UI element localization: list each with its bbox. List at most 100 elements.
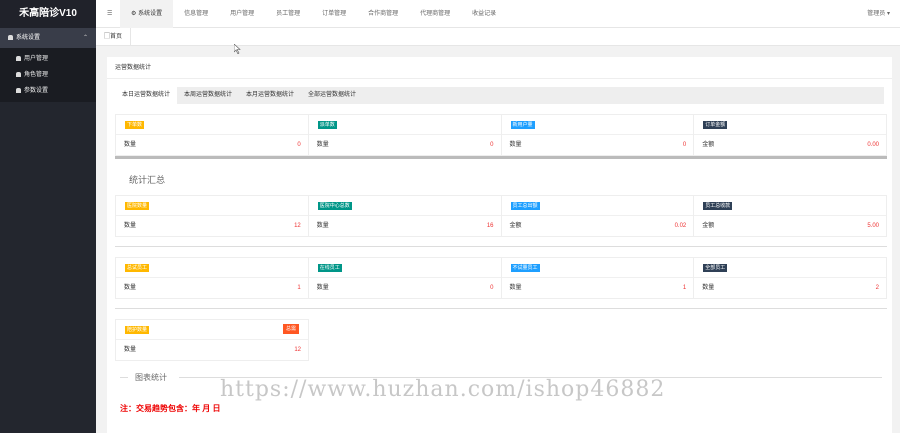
- card-tag: 总需: [282, 324, 299, 334]
- card-value: 0: [490, 142, 494, 148]
- sidebar-submenu: 用户管理 角色管理 参数设置: [0, 48, 96, 102]
- card-label: 金额: [509, 223, 522, 229]
- nav-item-orders[interactable]: 订单管理: [311, 0, 357, 28]
- sidebar-item-label: 参数设置: [24, 88, 49, 94]
- tab-month[interactable]: 本月运营数据统计: [239, 87, 301, 104]
- gear-icon: ⚙: [131, 11, 137, 17]
- sidebar: 禾高陪诊V10 系统设置 ⌃ 用户管理 角色管理 参数设置: [0, 0, 96, 433]
- sidebar-item-roles[interactable]: 角色管理: [0, 67, 96, 83]
- user-menu[interactable]: 管理员 ▾: [867, 0, 890, 28]
- sidebar-item-label: 用户管理: [24, 56, 49, 62]
- card-label: 数量: [124, 285, 137, 291]
- watermark-text: https://www.huzhan.com/ishop46882: [220, 377, 666, 402]
- mouse-cursor-icon: [234, 44, 241, 54]
- card-badge: 全部员工: [703, 264, 728, 272]
- divider: [115, 246, 887, 247]
- stats-row-summary-1: 医院数量 数量 12 医院中心总数 数量 16 员工总出额 金额 0.02 员工总收款 金额 5…: [115, 195, 887, 237]
- top-header: ☰ ⚙ 系统设置 信息管理 用户管理 员工管理 订单管理 合作商管理 代理商管理…: [96, 0, 900, 28]
- card-badge: 总试员工: [125, 264, 150, 272]
- user-icon: [16, 71, 21, 77]
- card-value: 12: [294, 223, 301, 229]
- tab-home-label: 首页: [110, 34, 123, 40]
- card-label: 金额: [702, 142, 715, 148]
- nav-item-partners[interactable]: 合作商管理: [357, 0, 409, 28]
- card-badge: 医院中心总数: [317, 202, 352, 210]
- card-label: 数量: [316, 285, 329, 291]
- stat-card: 陪护数量 总需数量 12: [115, 319, 309, 361]
- sidebar-group-label: 系统设置: [16, 35, 41, 41]
- card-value: 0: [297, 142, 301, 148]
- page-tabs: ▢首页: [96, 28, 900, 46]
- sidebar-group-system[interactable]: 系统设置 ⌃: [0, 28, 96, 48]
- sidebar-item-label: 角色管理: [24, 72, 49, 78]
- card-label: 数量: [124, 142, 137, 148]
- card-value: 0: [682, 142, 687, 148]
- user-name: 管理员: [867, 11, 886, 17]
- menu-toggle-icon[interactable]: ☰: [96, 0, 120, 28]
- card-value: 0.00: [867, 142, 879, 148]
- stat-card: 员工总收款金额 5.00: [693, 195, 887, 237]
- card-badge: 医院数量: [125, 202, 150, 210]
- card-label: 数量: [124, 347, 137, 353]
- tab-home[interactable]: ▢首页: [96, 28, 132, 46]
- card-value: 1: [297, 285, 301, 291]
- card-badge: 新用户量: [510, 121, 535, 129]
- divider: [115, 308, 887, 309]
- card-badge: 陪护数量: [125, 326, 150, 334]
- stat-card: 医院数量数量 12: [115, 195, 308, 237]
- stat-card: 不试量员工 数量 1: [500, 257, 694, 299]
- user-icon: [8, 34, 13, 40]
- panel-title: 运营数据统计: [107, 57, 892, 79]
- sidebar-item-users[interactable]: 用户管理: [0, 51, 96, 67]
- card-value: 0: [490, 285, 494, 291]
- stats-row-summary-3: 陪护数量 总需数量 12: [115, 319, 887, 361]
- stats-tabbar: 本日运营数据统计 本周运营数据统计 本月运营数据统计 全部运营数据统计: [115, 87, 884, 104]
- card-badge: 员工总收款: [703, 202, 733, 210]
- nav-item-staff[interactable]: 员工管理: [265, 0, 311, 28]
- nav-item-users[interactable]: 用户管理: [219, 0, 265, 28]
- trend-note: 注：交易趋势包含：年 月 日: [120, 404, 221, 413]
- user-icon: [16, 55, 21, 61]
- card-badge: 在线员工: [317, 264, 342, 272]
- card-badge: 员工总出额: [510, 202, 540, 210]
- card-value: 1: [682, 285, 687, 291]
- app-logo[interactable]: 禾高陪诊V10: [0, 0, 96, 28]
- card-value: 0.02: [674, 223, 687, 229]
- chevron-up-icon: ⌃: [82, 35, 88, 41]
- stat-card: 下单数数量 0: [115, 114, 308, 156]
- card-badge: 下单数: [125, 121, 145, 129]
- nav-item-info[interactable]: 信息管理: [173, 0, 219, 28]
- tab-week[interactable]: 本周运营数据统计: [177, 87, 239, 104]
- stats-row-today: 下单数 数量 0 派单数 数量 0 新用户量 数量 0 订单金额 金额 0.00: [115, 114, 887, 156]
- stat-card: 在线员工数量 0: [307, 257, 501, 299]
- card-badge: 派单数: [317, 121, 337, 129]
- card-label: 数量: [509, 285, 522, 291]
- card-value: 5.00: [867, 223, 879, 229]
- card-value: 16: [486, 223, 494, 229]
- user-icon: [16, 87, 21, 93]
- top-nav: ☰ ⚙ 系统设置 信息管理 用户管理 员工管理 订单管理 合作商管理 代理商管理…: [96, 0, 507, 28]
- card-label: 数量: [316, 223, 329, 229]
- summary-title: 统计汇总: [129, 175, 166, 185]
- stat-card: 派单数数量 0: [307, 114, 501, 156]
- card-label: 数量: [124, 223, 137, 229]
- card-label: 金额: [702, 223, 715, 229]
- card-value: 12: [294, 347, 301, 353]
- chevron-down-icon: ▾: [886, 11, 890, 17]
- stat-card: 员工总出额金额 0.02: [500, 195, 694, 237]
- card-value: 2: [875, 285, 879, 291]
- tab-today[interactable]: 本日运营数据统计: [115, 87, 178, 104]
- nav-item-system[interactable]: ⚙ 系统设置: [120, 0, 174, 28]
- card-label: 数量: [509, 142, 522, 148]
- stat-card: 总试员工数量 1: [115, 257, 308, 299]
- divider: [120, 377, 128, 378]
- stat-card: 医院中心总数 数量 16: [307, 195, 501, 237]
- stats-row-summary-2: 总试员工 数量 1 在线员工 数量 0 不试量员工 数量 1 全部员工 数量 2: [115, 257, 887, 299]
- nav-item-agents[interactable]: 代理商管理: [409, 0, 461, 28]
- stat-card: 新用户量数量 0: [500, 114, 694, 156]
- card-label: 数量: [316, 142, 329, 148]
- sidebar-item-params[interactable]: 参数设置: [0, 83, 96, 99]
- tab-all[interactable]: 全部运营数据统计: [301, 87, 363, 104]
- nav-label: 系统设置: [138, 11, 163, 17]
- nav-item-earnings[interactable]: 收益记录: [461, 0, 507, 28]
